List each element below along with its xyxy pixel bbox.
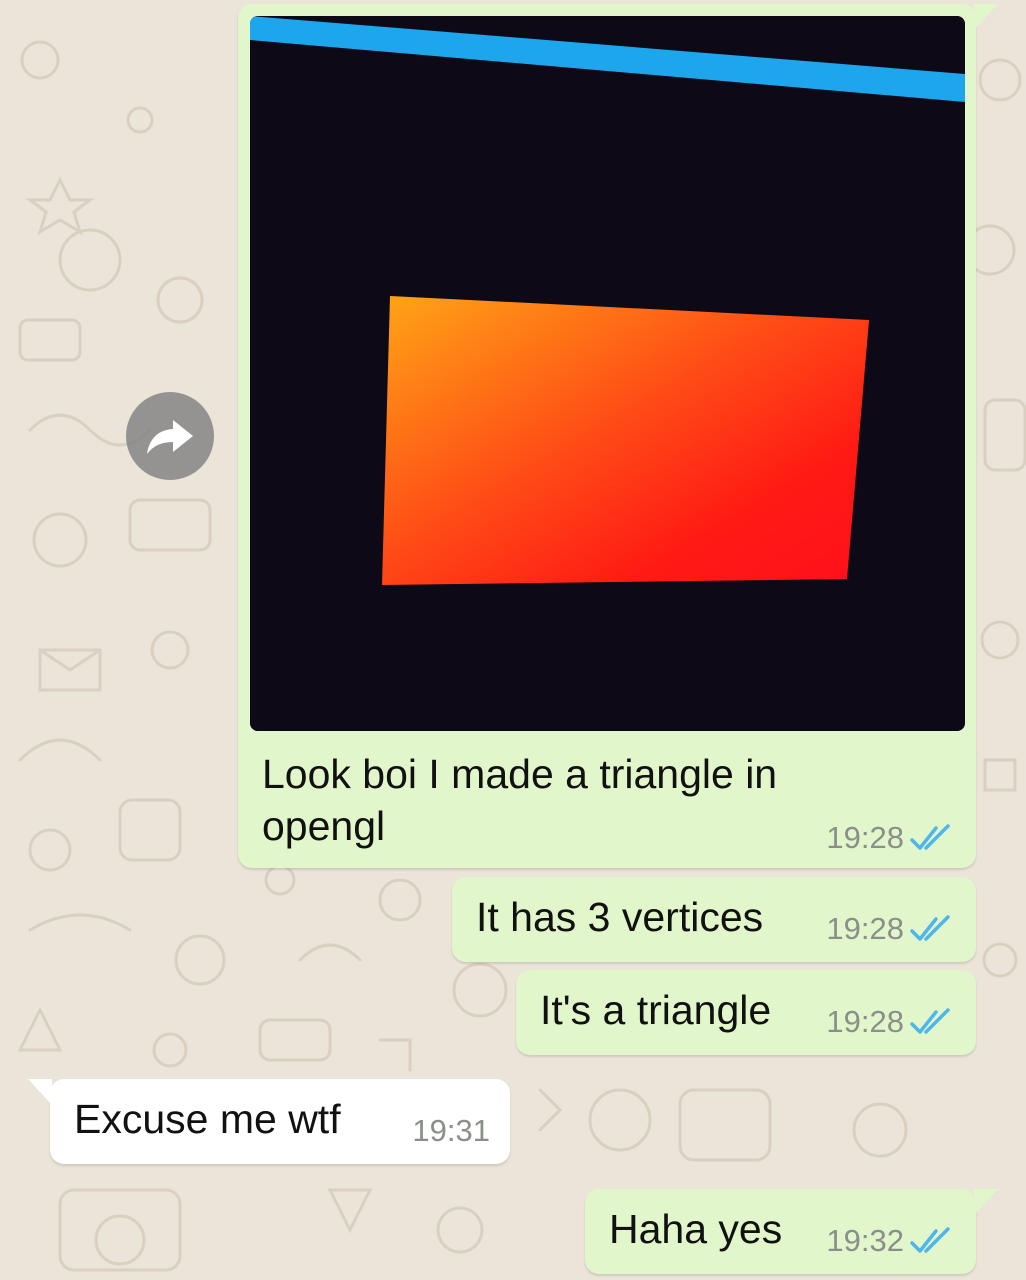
double-check-icon — [910, 915, 950, 941]
forward-button[interactable] — [126, 392, 214, 480]
message-text: Excuse me wtf — [74, 1096, 341, 1142]
double-check-icon — [910, 1008, 950, 1034]
message-text-outgoing[interactable]: Haha yes 19:32 — [585, 1189, 998, 1274]
message-text-outgoing[interactable]: It's a triangle 19:28 — [516, 970, 976, 1055]
message-time: 19:28 — [826, 911, 904, 946]
message-text-outgoing[interactable]: It has 3 vertices 19:28 — [452, 877, 976, 962]
double-check-icon — [910, 824, 950, 850]
message-time: 19:31 — [412, 1113, 490, 1148]
message-time: 19:28 — [826, 820, 904, 855]
image-attachment[interactable] — [250, 16, 965, 731]
double-check-icon — [910, 1227, 950, 1253]
message-text: Haha yes — [609, 1206, 783, 1252]
message-caption-line1: Look boi I made a triangle in — [262, 751, 778, 797]
message-text: It has 3 vertices — [476, 894, 764, 940]
opengl-render-image — [250, 16, 965, 731]
message-text-incoming[interactable]: Excuse me wtf 19:31 — [28, 1079, 510, 1164]
message-time: 19:28 — [826, 1004, 904, 1039]
message-image-outgoing[interactable]: Look boi I made a triangle in opengl 19:… — [238, 4, 998, 868]
message-caption-line2: opengl — [262, 803, 386, 849]
message-time: 19:32 — [826, 1223, 904, 1258]
message-text: It's a triangle — [540, 987, 772, 1033]
forward-arrow-icon — [147, 420, 193, 454]
